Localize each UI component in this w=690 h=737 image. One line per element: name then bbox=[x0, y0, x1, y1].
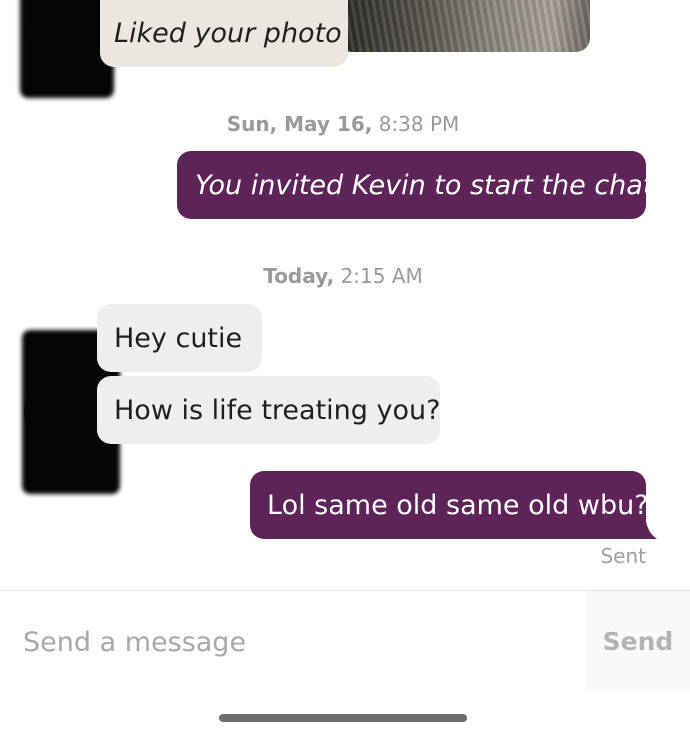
timestamp-day: Today, bbox=[263, 264, 335, 288]
liked-photo-text: Liked your photo bbox=[114, 18, 342, 49]
incoming-message-bubble: Hey cutie bbox=[97, 304, 262, 372]
timestamp-day: Sun, May 16, bbox=[226, 112, 373, 136]
timestamp-time: 2:15 AM bbox=[340, 264, 423, 288]
invite-message-bubble: You invited Kevin to start the chat bbox=[177, 151, 653, 219]
timestamp-divider: Sun, May 16, 8:38 PM bbox=[0, 112, 686, 136]
send-button[interactable]: Send bbox=[586, 591, 690, 691]
invite-message-text: You invited Kevin to start the chat bbox=[195, 169, 654, 201]
message-status-text: Sent bbox=[600, 544, 646, 568]
liked-photo-bubble: Liked your photo bbox=[100, 0, 348, 67]
message-status: Sent bbox=[560, 544, 646, 568]
liked-photo-thumbnail[interactable] bbox=[338, 0, 590, 52]
incoming-message-text: How is life treating you? bbox=[114, 394, 441, 426]
outgoing-message-bubble: Lol same old same old wbu? bbox=[250, 471, 649, 539]
home-indicator[interactable] bbox=[219, 714, 467, 722]
incoming-message-bubble: How is life treating you? bbox=[97, 376, 440, 444]
incoming-message-text: Hey cutie bbox=[114, 322, 243, 354]
outgoing-message-text: Lol same old same old wbu? bbox=[267, 489, 649, 521]
send-button-label: Send bbox=[602, 626, 674, 656]
timestamp-time: 8:38 PM bbox=[378, 112, 460, 136]
message-input[interactable] bbox=[23, 621, 563, 663]
bubble-tail bbox=[640, 521, 657, 539]
timestamp-divider: Today, 2:15 AM bbox=[0, 264, 686, 288]
